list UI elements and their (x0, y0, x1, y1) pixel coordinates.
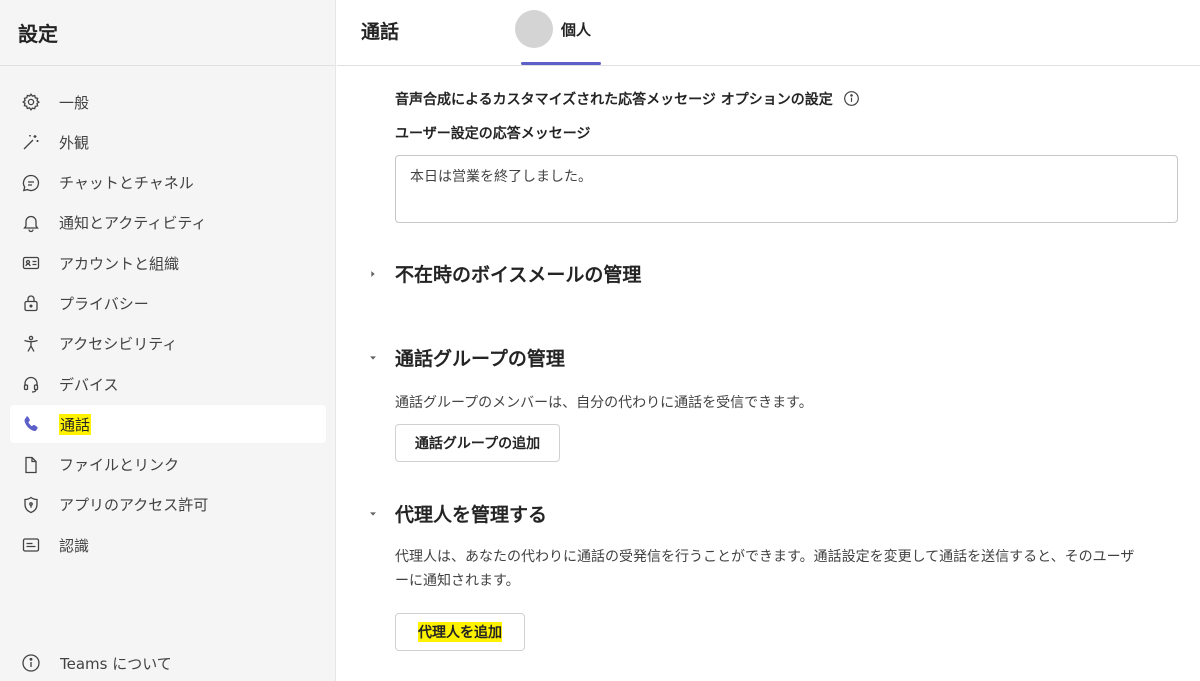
call-group-section-header[interactable]: 通話グループの管理 (367, 344, 565, 371)
sidebar-item-files[interactable]: ファイルとリンク (10, 446, 326, 484)
delegate-description-line2: ーに通知されます。 (395, 573, 520, 589)
id-card-icon (20, 252, 42, 274)
settings-nav: 一般 外観 チャットとチャネル 通知とアクティビティ アカウントと組織 プライバ… (0, 83, 336, 567)
sidebar-item-devices[interactable]: デバイス (10, 365, 326, 403)
tts-option-title: 音声合成によるカスタマイズされた応答メッセージ オプションの設定 (395, 92, 833, 108)
about-label: Teams について (60, 654, 172, 673)
user-reply-label: ユーザー設定の応答メッセージ (395, 126, 591, 142)
sidebar-item-label: アプリのアクセス許可 (59, 496, 209, 515)
shield-icon (20, 494, 42, 516)
avatar (515, 10, 553, 48)
voicemail-title: 不在時のボイスメールの管理 (395, 264, 642, 286)
sidebar-item-label: 外観 (59, 133, 90, 152)
lock-icon (20, 292, 42, 314)
chevron-down-icon (367, 352, 379, 364)
user-reply-textarea[interactable]: 本日は営業を終了しました。 (395, 155, 1178, 223)
sidebar-item-label: 一般 (59, 93, 90, 112)
tab-personal-label: 個人 (561, 20, 592, 39)
document-icon (20, 454, 42, 476)
sidebar-item-label: 通話 (59, 413, 92, 435)
chevron-down-icon (367, 508, 379, 520)
sidebar-item-label: プライバシー (59, 294, 149, 313)
tab-personal[interactable]: 個人 (515, 10, 591, 48)
phone-icon (20, 413, 42, 435)
sidebar-item-chat[interactable]: チャットとチャネル (10, 164, 326, 202)
delegate-title: 代理人を管理する (395, 504, 548, 526)
sidebar-item-recognition[interactable]: 認識 (10, 526, 326, 564)
call-group-title: 通話グループの管理 (395, 348, 565, 370)
add-delegate-label: 代理人を追加 (418, 622, 502, 642)
accessibility-icon (20, 333, 42, 355)
sidebar-item-accounts[interactable]: アカウントと組織 (10, 244, 326, 282)
sidebar-item-app-permissions[interactable]: アプリのアクセス許可 (10, 486, 326, 524)
sidebar-item-label: 通知とアクティビティ (59, 214, 207, 233)
sidebar-item-notifications[interactable]: 通知とアクティビティ (10, 204, 326, 242)
voicemail-section-header[interactable]: 不在時のボイスメールの管理 (367, 260, 641, 287)
bell-icon (20, 212, 42, 234)
add-call-group-button[interactable]: 通話グループの追加 (395, 424, 560, 462)
chevron-right-icon (367, 268, 379, 280)
active-tab-indicator (521, 62, 601, 65)
settings-topbar: 通話 個人 (337, 0, 1200, 66)
sidebar-item-general[interactable]: 一般 (10, 83, 326, 121)
magic-wand-icon (20, 131, 42, 153)
delegate-section-header[interactable]: 代理人を管理する (367, 500, 547, 527)
about-teams-link[interactable]: Teams について (20, 652, 172, 674)
captions-icon (20, 534, 42, 556)
sidebar-item-accessibility[interactable]: アクセシビリティ (10, 325, 326, 363)
info-icon[interactable] (843, 90, 860, 107)
tab-calls-title: 通話 (361, 21, 400, 43)
sidebar-item-label: 認識 (59, 536, 90, 555)
call-group-description: 通話グループのメンバーは、自分の代わりに通話を受信できます。 (395, 395, 813, 411)
add-delegate-button[interactable]: 代理人を追加 (395, 613, 525, 651)
delegate-description-line1: 代理人は、あなたの代わりに通話の受発信を行うことができます。通話設定を変更して通… (395, 549, 1135, 565)
sidebar-item-label: アカウントと組織 (59, 254, 180, 273)
settings-sidebar: 設定 一般 外観 チャットとチャネル 通知とアクティビティ アカウントと組織 プ… (0, 0, 336, 681)
calls-settings-panel: 音声合成によるカスタマイズされた応答メッセージ オプションの設定 ユーザー設定の… (337, 67, 1200, 681)
sidebar-item-label: アクセシビリティ (59, 335, 178, 354)
sidebar-item-label: デバイス (59, 375, 119, 394)
sidebar-item-privacy[interactable]: プライバシー (10, 284, 326, 322)
info-icon (20, 652, 42, 674)
delegate-description: 代理人は、あなたの代わりに通話の受発信を行うことができます。通話設定を変更して通… (395, 545, 1195, 593)
sidebar-title: 設定 (18, 22, 58, 46)
gear-icon (20, 91, 42, 113)
sidebar-item-calls[interactable]: 通話 (10, 405, 326, 444)
chat-icon (20, 172, 42, 194)
sidebar-item-label: ファイルとリンク (59, 456, 180, 475)
sidebar-item-label: チャットとチャネル (59, 174, 194, 193)
sidebar-header: 設定 (0, 0, 335, 66)
headset-icon (20, 373, 42, 395)
sidebar-item-appearance[interactable]: 外観 (10, 123, 326, 161)
tts-option-heading: 音声合成によるカスタマイズされた応答メッセージ オプションの設定 (395, 89, 860, 109)
